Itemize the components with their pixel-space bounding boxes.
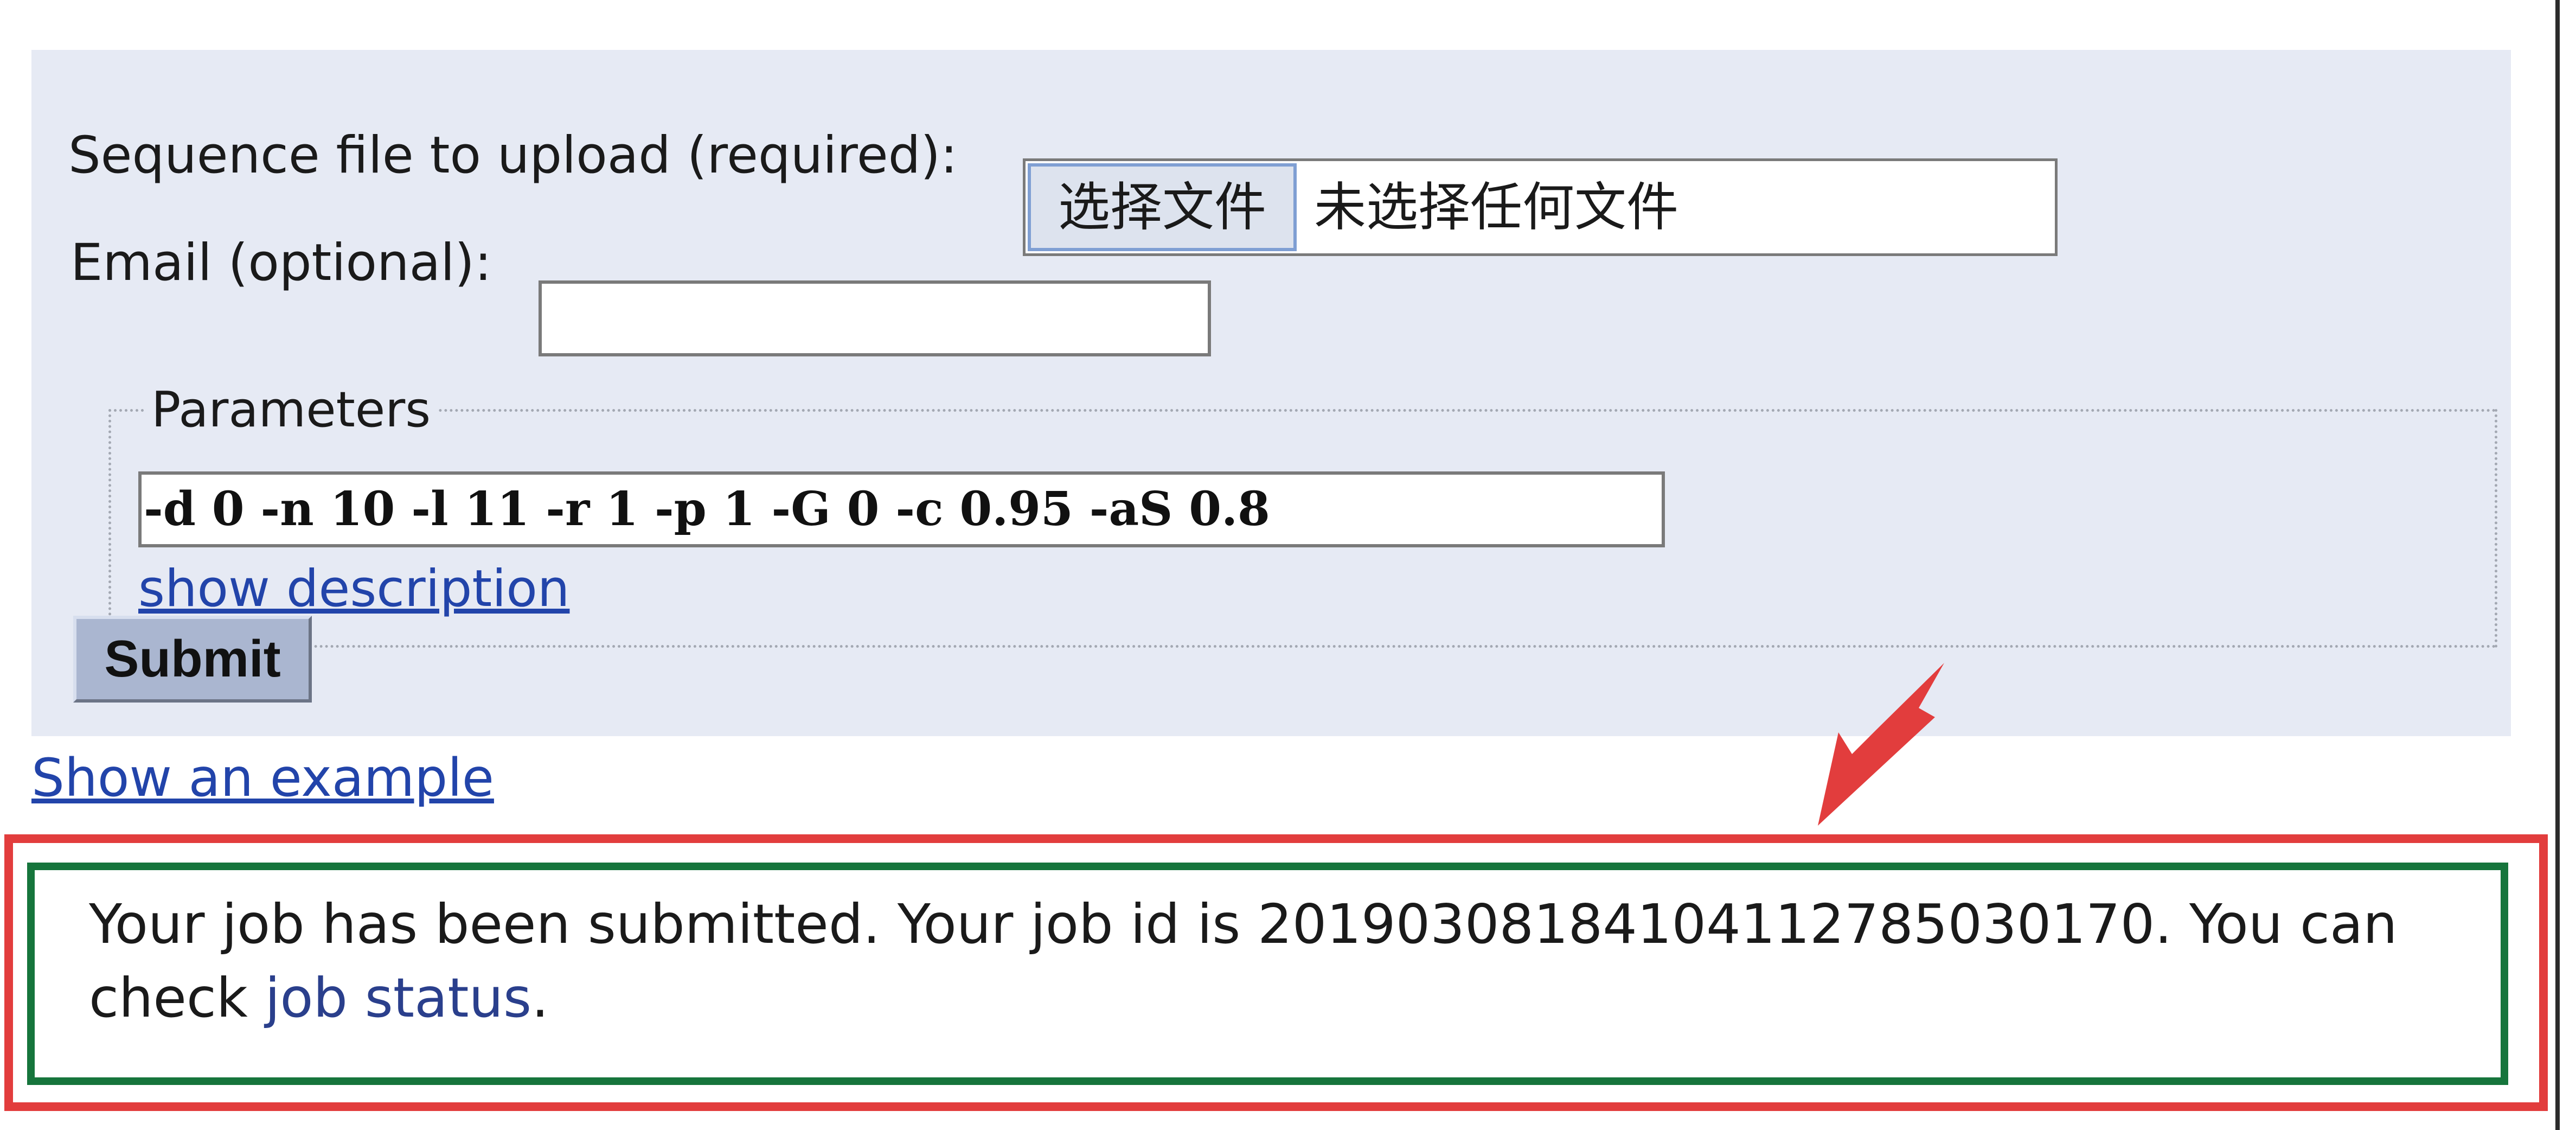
upload-form-panel: Sequence file to upload (required): 选择文件… [31,50,2511,736]
parameters-input[interactable]: -d 0 -n 10 -l 11 -r 1 -p 1 -G 0 -c 0.95 … [138,471,1665,547]
email-input[interactable] [539,280,1211,356]
parameters-fieldset: Parameters -d 0 -n 10 -l 11 -r 1 -p 1 -G… [108,380,2497,648]
job-status-link[interactable]: job status [265,966,532,1030]
email-label: Email (optional): [71,233,492,292]
job-submitted-message: Your job has been submitted. Your job id… [89,888,2475,1035]
show-description-link[interactable]: show description [138,559,569,619]
parameters-legend: Parameters [144,380,439,440]
sequence-file-label: Sequence file to upload (required): [68,126,958,185]
file-upload-field[interactable]: 选择文件 未选择任何文件 [1023,158,2058,256]
show-example-link[interactable]: Show an example [31,748,494,808]
annotation-arrow-shape [1818,663,1944,826]
no-file-chosen-text: 未选择任何文件 [1314,177,1678,238]
window-edge [2555,0,2560,1130]
job-submitted-message-box: Your job has been submitted. Your job id… [27,863,2508,1085]
message-period: . [531,966,549,1030]
choose-file-button[interactable]: 选择文件 [1028,163,1297,251]
submit-button[interactable]: Submit [73,616,312,703]
annotation-arrow-icon [1818,663,1944,826]
